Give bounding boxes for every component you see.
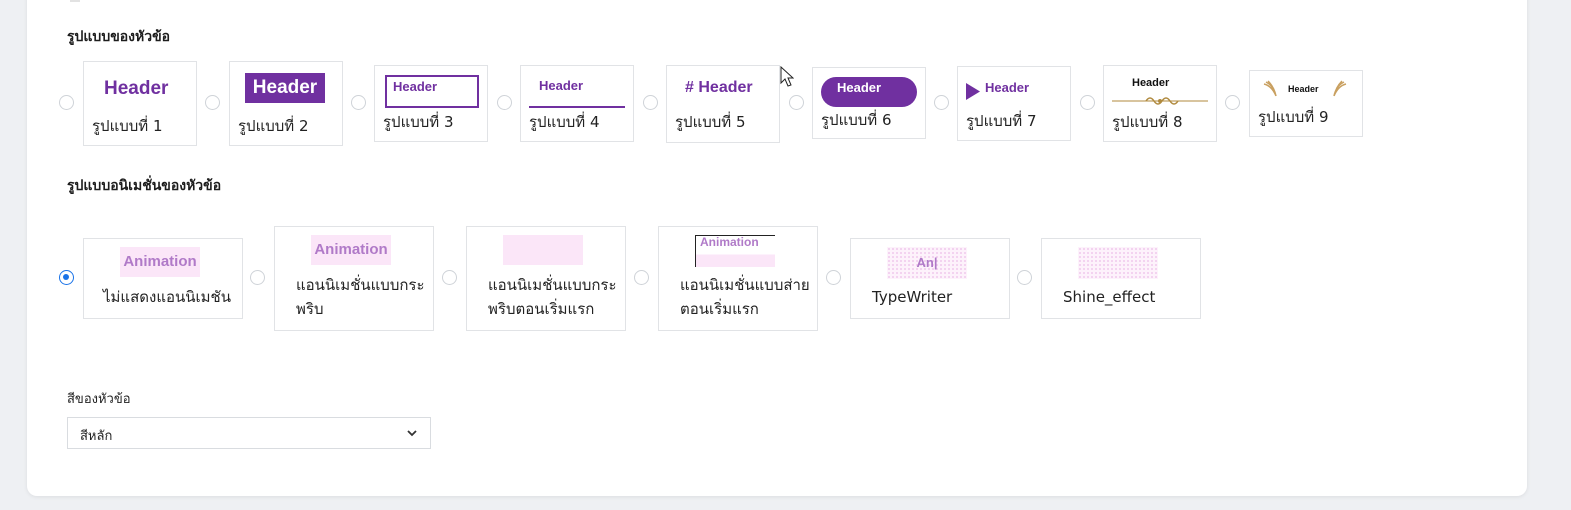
animation-preview-3-blank [503,235,583,265]
header-style-option-7[interactable]: Header รูปแบบที่ 7 [957,66,1071,141]
animation-label-6: Shine_effect [1063,288,1156,306]
header-style-option-9[interactable]: Header รูปแบบที่ 9 [1249,70,1363,137]
wings-icon [1333,80,1347,97]
header-style-radio-3[interactable] [351,95,366,110]
header-color-value: สีหลัก [80,429,113,444]
top-divider [70,0,80,2]
animation-option-6[interactable]: Shine_effect [1041,238,1201,319]
header-style-label-6: รูปแบบที่ 6 [821,111,892,129]
header-style-option-4[interactable]: Header รูปแบบที่ 4 [520,65,634,142]
header-style-label-1: รูปแบบที่ 1 [92,117,163,135]
header-style-label-7: รูปแบบที่ 7 [966,112,1037,130]
header-style-radio-8[interactable] [1080,95,1095,110]
mouse-cursor-icon [780,66,794,87]
header-style-radio-7[interactable] [934,95,949,110]
animation-option-5[interactable]: An| TypeWriter [850,238,1010,319]
animation-label-1: ไม่แสดงแอนนิเมชัน [103,288,231,306]
header-preview-4: Header [539,78,584,93]
underline-decoration [529,106,625,108]
header-preview-5-text: Header [698,79,753,96]
animation-radio-4[interactable] [634,270,649,285]
header-preview-3: Header [385,75,479,108]
header-style-label-4: รูปแบบที่ 4 [529,113,600,131]
header-style-label-3: รูปแบบที่ 3 [383,113,454,131]
header-style-option-3[interactable]: Header รูปแบบที่ 3 [374,65,488,142]
animation-preview-4: Animation [700,235,759,249]
animation-radio-2[interactable] [250,270,265,285]
animation-preview-4-frame: Animation [695,235,775,267]
animation-label-5: TypeWriter [872,288,953,306]
header-animation-title: รูปแบบอนิเมชั่นของหัวข้อ [67,178,222,194]
header-preview-5: # Header [685,79,753,97]
header-preview-6: Header [821,77,917,107]
animation-preview-1: Animation [120,247,200,277]
animation-option-3[interactable]: แอนนิเมชั่นแบบกระพริบตอนเริ่มแรก [466,226,626,331]
animation-radio-3[interactable] [442,270,457,285]
header-style-option-1[interactable]: Header รูปแบบที่ 1 [83,61,197,146]
animation-label-2: แอนนิเมชั่นแบบกระพริบ [296,276,425,318]
animation-option-1[interactable]: Animation ไม่แสดงแอนนิเมชัน [83,238,243,319]
header-style-option-2[interactable]: Header รูปแบบที่ 2 [229,61,343,146]
header-style-radio-1[interactable] [59,95,74,110]
animation-radio-5[interactable] [826,270,841,285]
hash-prefix: # [685,79,694,96]
chevron-down-icon [407,430,417,437]
header-preview-8: Header [1132,77,1170,89]
header-color-select[interactable]: สีหลัก [67,417,431,449]
animation-preview-6 [1078,247,1158,279]
animation-option-4[interactable]: Animation แอนนิเมชั่นแบบส่ายตอนเริ่มแรก [658,226,818,331]
header-style-label-9: รูปแบบที่ 9 [1258,108,1329,126]
header-preview-2: Header [245,73,325,103]
header-style-option-5[interactable]: # Header รูปแบบที่ 5 [666,65,780,143]
header-style-radio-2[interactable] [205,95,220,110]
animation-radio-6[interactable] [1017,270,1032,285]
animation-preview-2: Animation [311,235,391,265]
header-color-label: สีของหัวข้อ [67,392,131,407]
header-style-option-6[interactable]: Header รูปแบบที่ 6 [812,67,926,139]
header-style-option-8[interactable]: Header รูปแบบที่ 8 [1103,65,1217,142]
header-preview-9: Header [1288,84,1319,94]
play-triangle-icon [966,83,980,100]
header-style-label-8: รูปแบบที่ 8 [1112,113,1183,131]
animation-radio-1[interactable] [59,270,74,285]
header-style-radio-5[interactable] [643,95,658,110]
animation-label-4: แอนนิเมชั่นแบบส่ายตอนเริ่มแรก [680,276,810,318]
header-preview-7: Header [985,80,1030,95]
header-style-title: รูปแบบของหัวข้อ [67,29,171,45]
header-style-radio-6[interactable] [789,95,804,110]
header-style-label-5: รูปแบบที่ 5 [675,113,746,131]
header-style-radio-4[interactable] [497,95,512,110]
header-style-radio-9[interactable] [1225,95,1240,110]
animation-label-3: แอนนิเมชั่นแบบกระพริบตอนเริ่มแรก [488,276,617,318]
header-preview-1: Header [104,78,169,99]
ornament-divider-icon [1112,97,1208,105]
wings-icon [1263,80,1277,97]
animation-preview-5: An| [887,247,967,279]
header-style-label-2: รูปแบบที่ 2 [238,117,309,135]
animation-option-2[interactable]: Animation แอนนิเมชั่นแบบกระพริบ [274,226,434,331]
